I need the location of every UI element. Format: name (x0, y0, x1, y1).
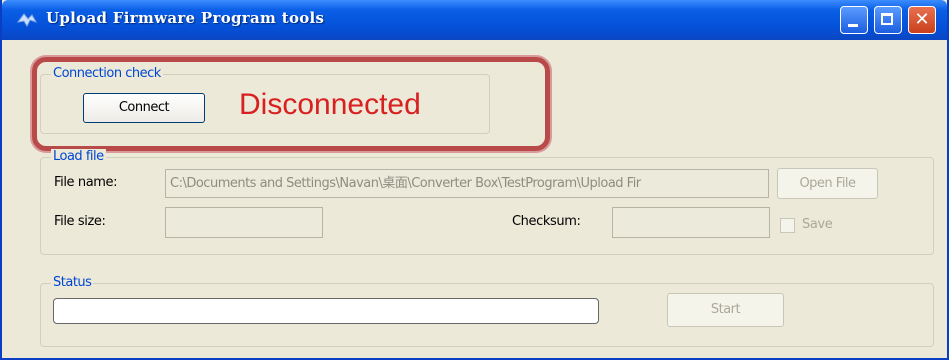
maximize-button[interactable] (874, 6, 902, 34)
save-checkbox[interactable] (780, 218, 795, 233)
file-size-label: File size: (54, 214, 106, 229)
connection-highlight-frame (32, 57, 550, 151)
save-label: Save (802, 217, 833, 232)
open-file-button[interactable]: Open File (777, 168, 878, 199)
status-legend: Status (51, 275, 94, 290)
file-name-label: File name: (54, 175, 118, 190)
load-file-legend: Load file (51, 149, 106, 164)
minimize-icon (848, 24, 858, 27)
app-window: Upload Firmware Program tools ✕ Connecti… (0, 0, 949, 360)
app-icon (16, 10, 38, 30)
status-progress-bar (53, 298, 599, 324)
file-name-field[interactable]: C:\Documents and Settings\Navan\桌面\Conve… (165, 169, 769, 198)
checksum-field[interactable] (612, 207, 770, 238)
checksum-label: Checksum: (512, 214, 581, 229)
window-title: Upload Firmware Program tools (46, 9, 325, 27)
minimize-button[interactable] (840, 6, 868, 34)
maximize-icon (881, 13, 893, 25)
title-bar[interactable]: Upload Firmware Program tools ✕ (2, 0, 947, 40)
close-icon: ✕ (914, 9, 930, 30)
file-size-field[interactable] (165, 207, 323, 238)
start-button[interactable]: Start (667, 293, 784, 327)
close-button[interactable]: ✕ (908, 6, 936, 34)
